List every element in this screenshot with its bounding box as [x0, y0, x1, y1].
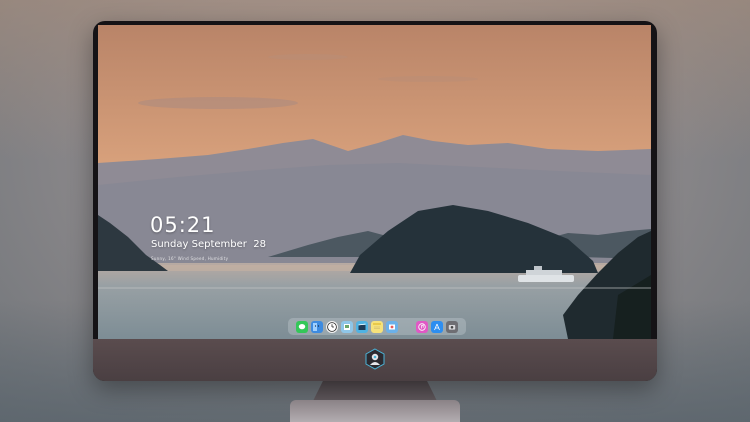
- lock-screen-clock: 05:21: [150, 213, 216, 237]
- brand-logo-icon: [365, 348, 385, 370]
- monitor-chin: [93, 339, 657, 381]
- monitor-stand-neck: [313, 381, 437, 401]
- finder-icon[interactable]: [311, 320, 323, 333]
- lock-screen-subtitle: Sunny, 16° Wind Speed, Humidity: [151, 256, 229, 261]
- video-editor-icon[interactable]: [356, 320, 368, 333]
- lock-screen[interactable]: 05:21 Sunday September 28 Sunny, 16° Win…: [98, 25, 651, 339]
- preview-icon[interactable]: [341, 320, 353, 333]
- app-store-icon[interactable]: [431, 320, 443, 333]
- itunes-icon[interactable]: [416, 320, 428, 333]
- monitor-stand-base: [290, 400, 460, 422]
- wallpaper: [98, 25, 651, 339]
- monitor: 05:21 Sunday September 28 Sunny, 16° Win…: [93, 21, 657, 381]
- camera-icon[interactable]: [446, 320, 458, 333]
- messages-icon[interactable]: [296, 320, 308, 333]
- lock-screen-date: Sunday September 28: [151, 239, 266, 250]
- notes-icon[interactable]: [371, 320, 383, 333]
- photos-icon[interactable]: [386, 320, 398, 333]
- dock-separator: [401, 321, 413, 333]
- clock-icon[interactable]: [326, 320, 338, 333]
- dock: [288, 318, 466, 335]
